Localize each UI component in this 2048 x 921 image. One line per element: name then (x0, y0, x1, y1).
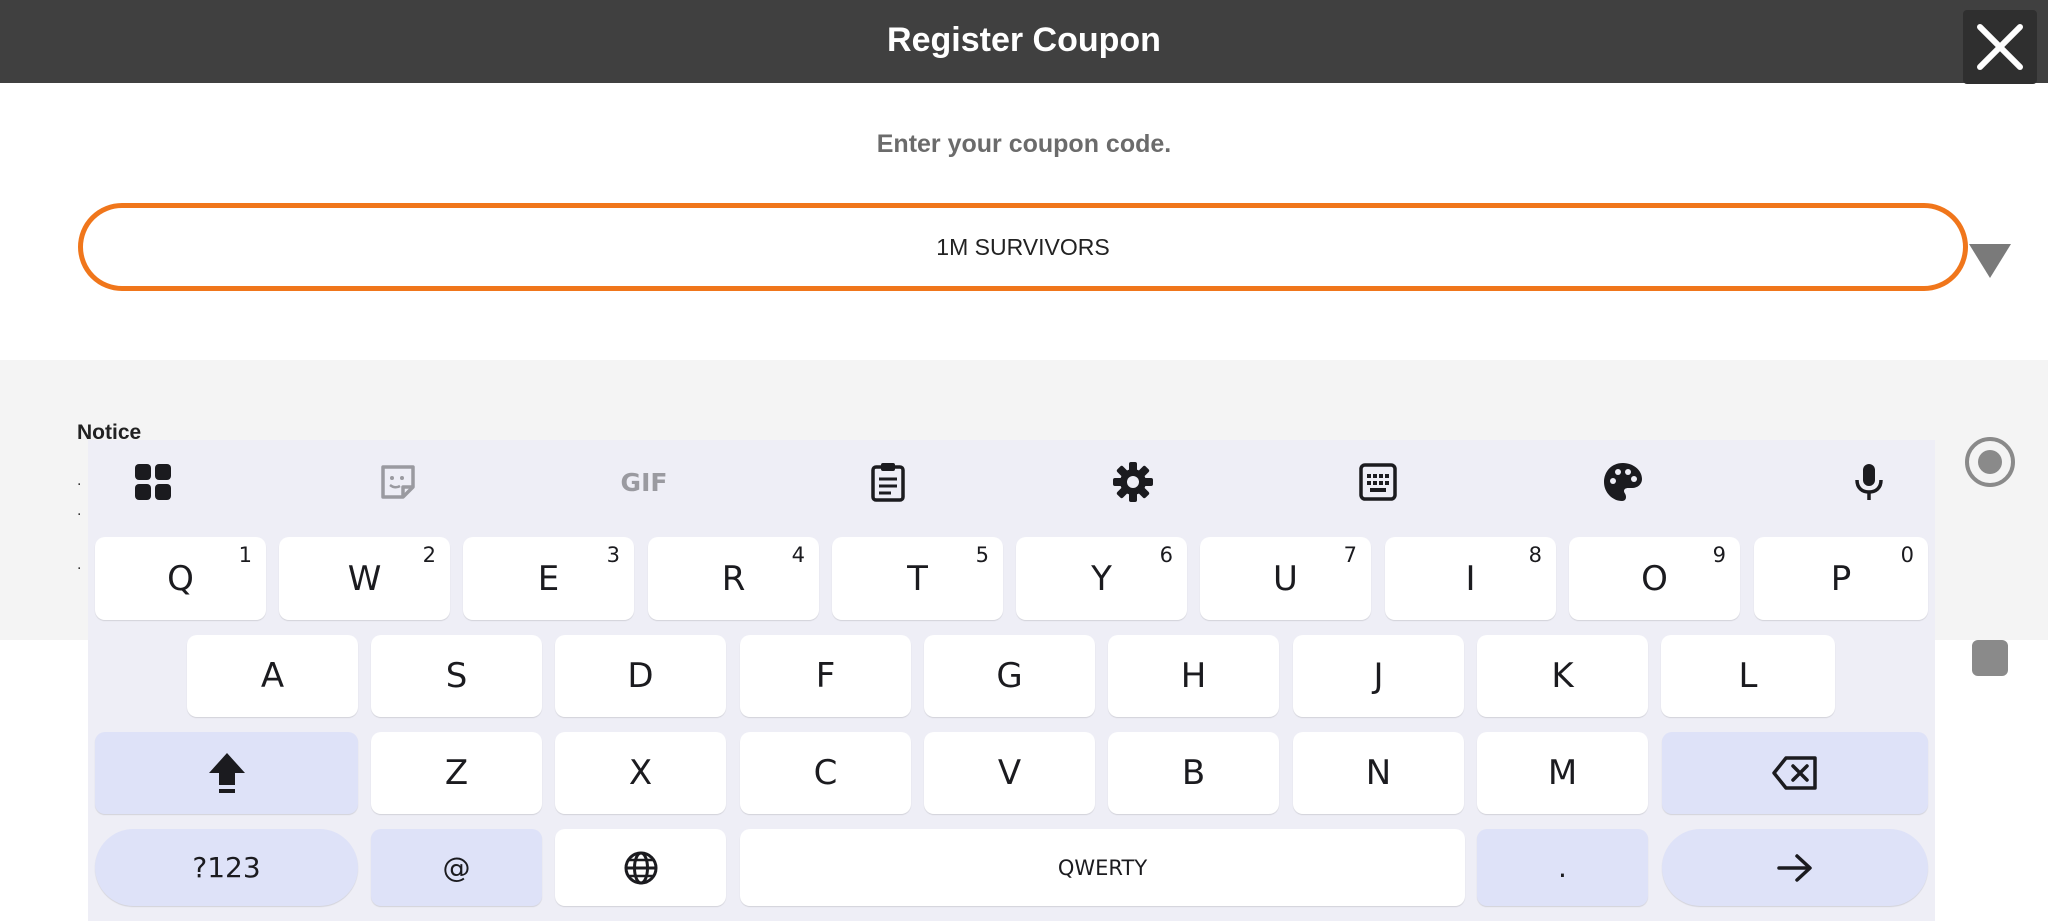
key-a[interactable]: A (187, 635, 358, 717)
close-icon (1977, 24, 2023, 70)
palette-icon[interactable] (1601, 460, 1645, 504)
key-o[interactable]: O9 (1569, 537, 1740, 620)
key-g[interactable]: G (924, 635, 1095, 717)
record-icon[interactable] (1965, 437, 2015, 487)
globe-icon (624, 851, 657, 884)
key-w[interactable]: W2 (279, 537, 450, 620)
key-b[interactable]: B (1108, 732, 1279, 814)
symbols-key[interactable]: ?123 (95, 829, 358, 906)
space-bar[interactable]: QWERTY (740, 829, 1465, 906)
period-key[interactable]: . (1477, 829, 1648, 906)
key-l[interactable]: L (1661, 635, 1835, 717)
backspace-icon (1772, 756, 1817, 790)
key-t[interactable]: T5 (832, 537, 1003, 620)
key-n[interactable]: N (1293, 732, 1464, 814)
shift-arrow-icon (208, 753, 245, 793)
language-key[interactable] (555, 829, 726, 906)
notice-bullet: . (77, 502, 82, 519)
sticker-icon[interactable] (376, 460, 420, 504)
one-handed-keyboard-icon[interactable] (1356, 460, 1400, 504)
coupon-prompt: Enter your coupon code. (876, 130, 1172, 158)
apps-grid-icon[interactable] (131, 460, 175, 504)
coupon-code-input[interactable] (78, 203, 1968, 291)
key-v[interactable]: V (924, 732, 1095, 814)
key-e[interactable]: E3 (463, 537, 634, 620)
key-f[interactable]: F (740, 635, 911, 717)
close-button[interactable] (1963, 10, 2037, 84)
key-i[interactable]: I8 (1385, 537, 1556, 620)
key-r[interactable]: R4 (648, 537, 819, 620)
key-d[interactable]: D (555, 635, 726, 717)
key-y[interactable]: Y6 (1016, 537, 1187, 620)
key-m[interactable]: M (1477, 732, 1648, 814)
enter-key[interactable] (1662, 829, 1928, 906)
at-key[interactable]: @ (371, 829, 542, 906)
settings-gear-icon[interactable] (1111, 460, 1155, 504)
notice-bullet: . (77, 556, 82, 573)
triangle-down-icon[interactable] (1969, 244, 2011, 280)
notice-bullet: . (77, 472, 82, 489)
key-z[interactable]: Z (371, 732, 542, 814)
gif-icon[interactable]: GIF (620, 460, 668, 504)
key-h[interactable]: H (1108, 635, 1279, 717)
microphone-icon[interactable] (1847, 460, 1891, 504)
key-c[interactable]: C (740, 732, 911, 814)
key-p[interactable]: P0 (1754, 537, 1928, 620)
stop-icon[interactable] (1972, 640, 2008, 676)
key-j[interactable]: J (1293, 635, 1464, 717)
key-u[interactable]: U7 (1200, 537, 1371, 620)
backspace-key[interactable] (1662, 732, 1928, 814)
key-x[interactable]: X (555, 732, 726, 814)
key-k[interactable]: K (1477, 635, 1648, 717)
clipboard-icon[interactable] (866, 460, 910, 504)
shift-key[interactable] (95, 732, 358, 814)
key-s[interactable]: S (371, 635, 542, 717)
title-bar: Register Coupon (0, 0, 2048, 84)
key-q[interactable]: Q1 (95, 537, 266, 620)
page-title: Register Coupon (887, 21, 1161, 59)
arrow-right-icon (1777, 853, 1812, 882)
